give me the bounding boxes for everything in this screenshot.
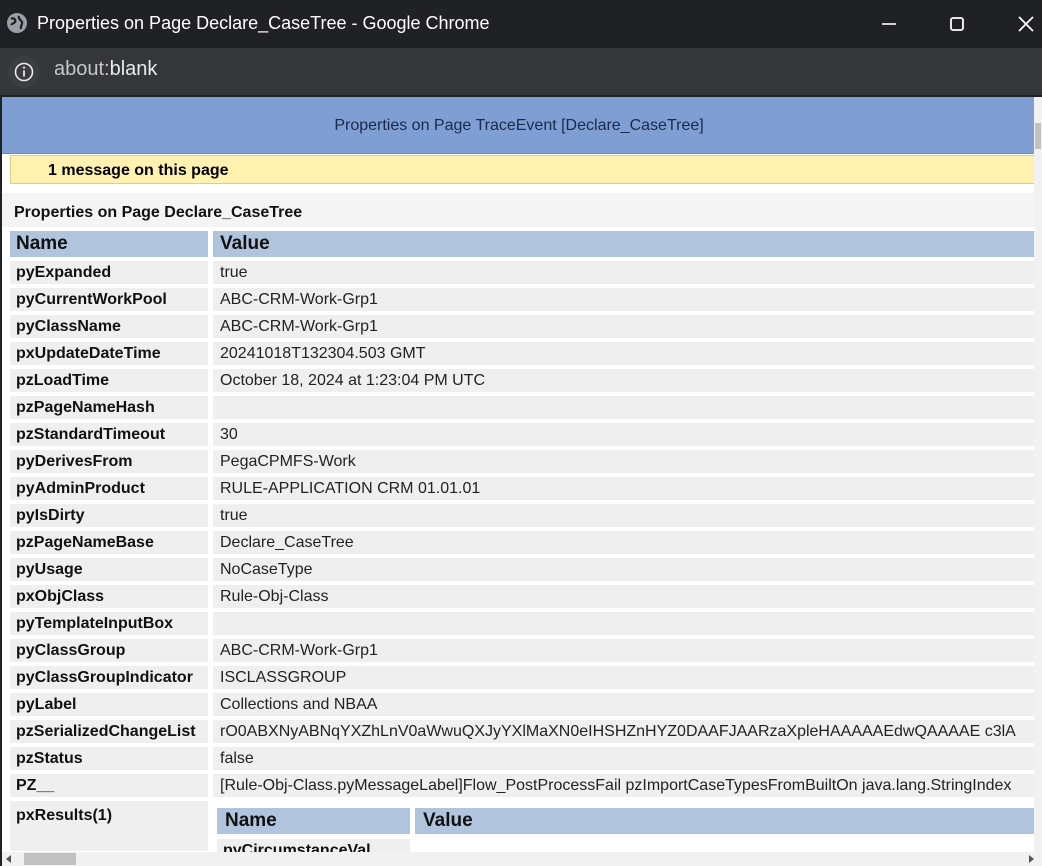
row-name: pzLoadTime — [10, 369, 208, 392]
row-name: pzStandardTimeout — [10, 423, 208, 446]
row-value: ABC-CRM-Work-Grp1 — [213, 288, 1036, 311]
table-row: pyCurrentWorkPool ABC-CRM-Work-Grp1 — [10, 288, 1036, 311]
vertical-scrollbar[interactable] — [1034, 97, 1042, 852]
table-row: pyClassGroup ABC-CRM-Work-Grp1 — [10, 639, 1036, 662]
table-row: pzStandardTimeout 30 — [10, 423, 1036, 446]
row-value — [213, 396, 1036, 419]
table-row: pzPageNameHash — [10, 396, 1036, 419]
name-column-header: Name — [10, 231, 208, 257]
row-name: pyDerivesFrom — [10, 450, 208, 473]
page-content: Properties on Page TraceEvent [Declare_C… — [2, 97, 1042, 866]
table-row: pyClassName ABC-CRM-Work-Grp1 — [10, 315, 1036, 338]
row-name: pyClassGroup — [10, 639, 208, 662]
row-value: NoCaseType — [213, 558, 1036, 581]
row-value: Declare_CaseTree — [213, 531, 1036, 554]
row-value: ABC-CRM-Work-Grp1 — [213, 639, 1036, 662]
url-path: blank — [109, 58, 158, 80]
table-row: pyUsage NoCaseType — [10, 558, 1036, 581]
row-name: pyAdminProduct — [10, 477, 208, 500]
row-name: pyTemplateInputBox — [10, 612, 208, 635]
window-title: Properties on Page Declare_CaseTree - Go… — [37, 13, 490, 33]
row-value: RULE-APPLICATION CRM 01.01.01 — [213, 477, 1036, 500]
minimize-button[interactable] — [877, 12, 901, 36]
table-row: pzStatus false — [10, 747, 1036, 770]
table-header-row: Name Value — [10, 231, 1036, 257]
message-bar: 1 message on this page — [10, 155, 1036, 184]
row-name: pyClassGroupIndicator — [10, 666, 208, 689]
nested-name-header: Name — [217, 808, 410, 834]
row-value: Rule-Obj-Class — [213, 585, 1036, 608]
row-value: ISCLASSGROUP — [213, 666, 1036, 689]
scroll-right-arrow-icon[interactable] — [1026, 854, 1036, 864]
row-name: pyClassName — [10, 315, 208, 338]
row-name: pzPageNameBase — [10, 531, 208, 554]
site-info-button[interactable] — [8, 56, 40, 88]
row-value: Collections and NBAA — [213, 693, 1036, 716]
url-scheme: about: — [54, 58, 110, 80]
row-name: pzSerializedChangeList — [10, 720, 208, 743]
window-titlebar: Properties on Page Declare_CaseTree - Go… — [0, 0, 1042, 48]
row-value: PegaCPMFS-Work — [213, 450, 1036, 473]
row-value: October 18, 2024 at 1:23:04 PM UTC — [213, 369, 1036, 392]
row-name: PZ__ — [10, 774, 208, 797]
row-value: 30 — [213, 423, 1036, 446]
globe-icon — [7, 13, 27, 33]
address-bar: about:blank — [0, 48, 1042, 95]
banner-title: Properties on Page TraceEvent [Declare_C… — [334, 117, 704, 134]
row-name: pyLabel — [10, 693, 208, 716]
row-value — [213, 612, 1036, 635]
row-value: false — [213, 747, 1036, 770]
row-value: rO0ABXNyABNqYXZhLnV0aWwuQXJyYXlMaXN0eIHS… — [213, 720, 1036, 743]
row-name: pzStatus — [10, 747, 208, 770]
row-value: true — [213, 504, 1036, 527]
info-icon — [14, 62, 34, 82]
row-value: true — [213, 261, 1036, 284]
table-row: pzPageNameBase Declare_CaseTree — [10, 531, 1036, 554]
table-row: pxObjClass Rule-Obj-Class — [10, 585, 1036, 608]
table-row: pyClassGroupIndicator ISCLASSGROUP — [10, 666, 1036, 689]
close-button[interactable] — [1014, 12, 1038, 36]
message-text: 1 message on this page — [48, 162, 229, 179]
row-name: pzPageNameHash — [10, 396, 208, 419]
table-row: pzLoadTime October 18, 2024 at 1:23:04 PM… — [10, 369, 1036, 392]
row-name: pyCurrentWorkPool — [10, 288, 208, 311]
row-value: 20241018T132304.503 GMT — [213, 342, 1036, 365]
table-row: pzSerializedChangeList rO0ABXNyABNqYXZhLn… — [10, 720, 1036, 743]
row-name: pyIsDirty — [10, 504, 208, 527]
maximize-button[interactable] — [945, 12, 969, 36]
row-name: pxUpdateDateTime — [10, 342, 208, 365]
row-name: pyExpanded — [10, 261, 208, 284]
table-row: pyTemplateInputBox — [10, 612, 1036, 635]
table-row: pyDerivesFrom PegaCPMFS-Work — [10, 450, 1036, 473]
url-field[interactable]: about:blank — [54, 58, 157, 81]
row-name: pxResults(1) — [10, 801, 208, 851]
table-row: pyIsDirty true — [10, 504, 1036, 527]
section-title: Properties on Page Declare_CaseTree — [14, 204, 303, 221]
row-name: pyUsage — [10, 558, 208, 581]
horizontal-scrollbar[interactable] — [2, 852, 1042, 866]
table-row: PZ__ [Rule-Obj-Class.pyMessageLabel]Flow… — [10, 774, 1036, 797]
value-column-header: Value — [213, 231, 1036, 257]
horizontal-scroll-thumb[interactable] — [24, 853, 76, 865]
nested-value-header: Value — [415, 808, 1036, 834]
row-value: ABC-CRM-Work-Grp1 — [213, 315, 1036, 338]
page-banner: Properties on Page TraceEvent [Declare_C… — [2, 97, 1036, 154]
table-row: pyExpanded true — [10, 261, 1036, 284]
row-value: [Rule-Obj-Class.pyMessageLabel]Flow_Post… — [213, 774, 1036, 797]
table-row: pxUpdateDateTime 20241018T132304.503 GMT — [10, 342, 1036, 365]
row-name: pxObjClass — [10, 585, 208, 608]
vertical-scroll-thumb[interactable] — [1035, 123, 1041, 149]
section-header: Properties on Page Declare_CaseTree — [2, 193, 1036, 227]
table-row: pyLabel Collections and NBAA — [10, 693, 1036, 716]
scroll-left-arrow-icon[interactable] — [4, 854, 14, 864]
table-row: pyAdminProduct RULE-APPLICATION CRM 01.01… — [10, 477, 1036, 500]
